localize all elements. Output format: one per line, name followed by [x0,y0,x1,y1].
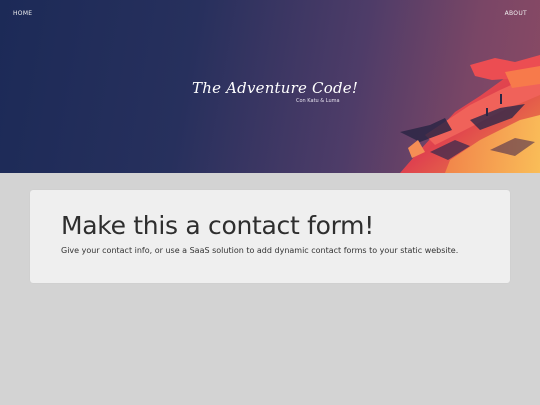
nav-about-link[interactable]: ABOUT [505,10,527,17]
page-description: Give your contact info, or use a SaaS so… [61,246,459,255]
hero-header: HOME ABOUT The Adventure Code! Con Katu … [0,0,540,173]
site-subtitle: Con Katu & Luma [296,98,340,104]
page-heading: Make this a contact form! [61,211,374,240]
nav-home-link[interactable]: HOME [13,10,32,17]
contact-card: Make this a contact form! Give your cont… [30,190,510,283]
site-title: The Adventure Code! [192,79,359,97]
